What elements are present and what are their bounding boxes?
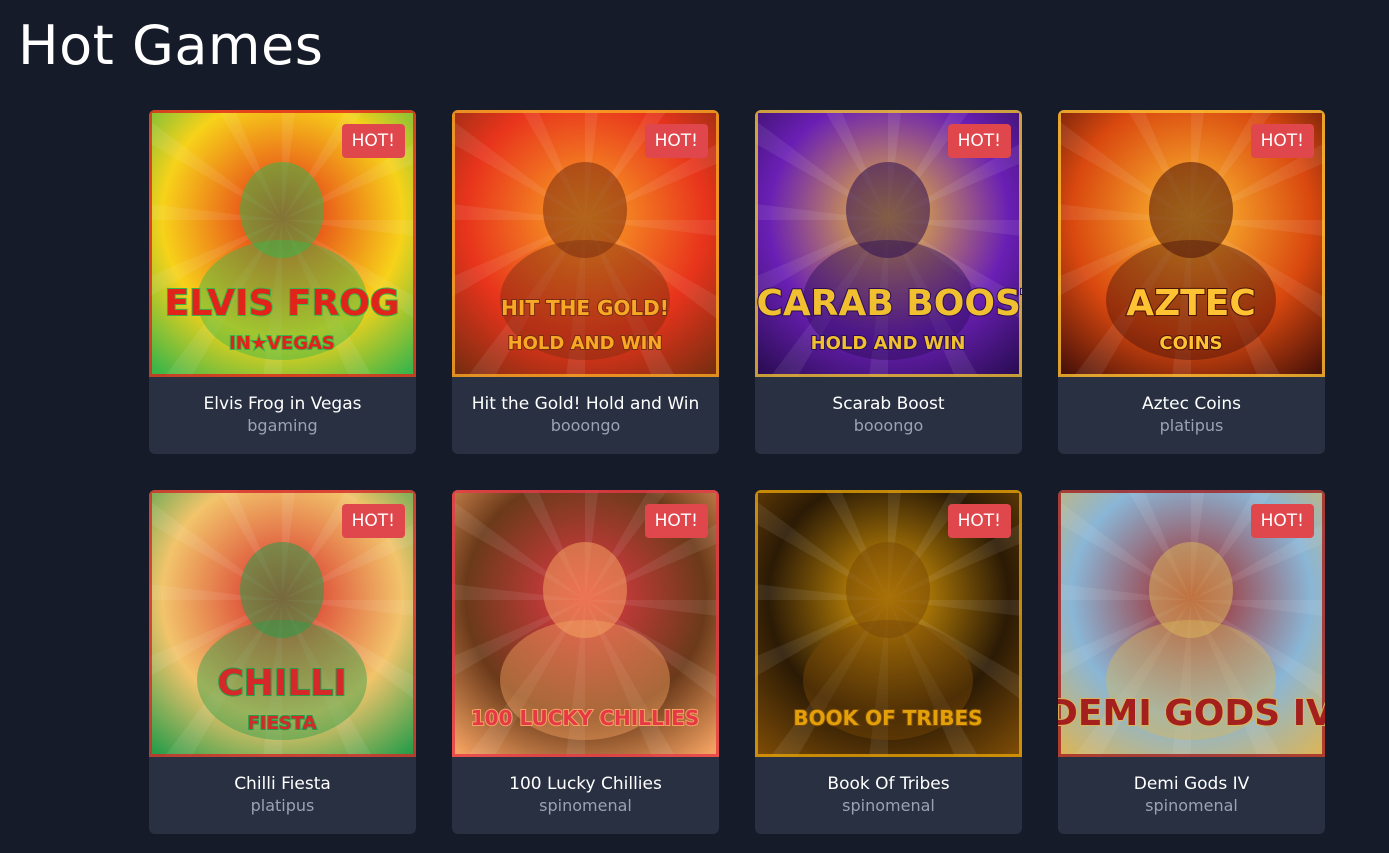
game-thumbnail[interactable]: DEMI GODS IV HOT!: [1058, 490, 1325, 757]
game-card[interactable]: SCARAB BOOST HOLD AND WIN HOT! Scarab Boos…: [755, 110, 1022, 454]
game-info: Elvis Frog in Vegas bgaming: [149, 377, 416, 454]
game-info: Scarab Boost booongo: [755, 377, 1022, 454]
game-info: Aztec Coins platipus: [1058, 377, 1325, 454]
game-provider: booongo: [550, 416, 621, 435]
game-thumbnail[interactable]: ELVIS FROG IN★VEGAS HOT!: [149, 110, 416, 377]
game-card[interactable]: BOOK OF TRIBES HOT! Book Of Tribes spinom…: [755, 490, 1022, 834]
game-logo-text: 100 LUCKY CHILLIES: [471, 706, 699, 730]
game-info: 100 Lucky Chillies spinomenal: [452, 757, 719, 834]
hot-badge: HOT!: [341, 504, 405, 538]
game-thumbnail[interactable]: AZTEC COINS HOT!: [1058, 110, 1325, 377]
game-title[interactable]: Scarab Boost: [755, 393, 1022, 415]
game-logo-text: FIESTA: [247, 713, 316, 734]
game-provider: bgaming: [247, 416, 318, 435]
hot-badge: HOT!: [644, 504, 708, 538]
game-info: Book Of Tribes spinomenal: [755, 757, 1022, 834]
game-title[interactable]: Elvis Frog in Vegas: [149, 393, 416, 415]
hot-badge: HOT!: [947, 504, 1011, 538]
game-info: Hit the Gold! Hold and Win booongo: [452, 377, 719, 454]
game-logo-text: COINS: [1159, 333, 1222, 354]
game-title[interactable]: Chilli Fiesta: [149, 773, 416, 795]
game-card[interactable]: CHILLI FIESTA HOT! Chilli Fiesta platipus: [149, 490, 416, 834]
game-logo-text: BOOK OF TRIBES: [793, 706, 982, 730]
section-title: Hot Games: [18, 14, 324, 77]
game-logo-text: ELVIS FROG: [165, 283, 400, 324]
game-logo-text: HIT THE GOLD!: [501, 296, 669, 320]
game-logo-text: SCARAB BOOST: [755, 283, 1022, 324]
game-thumbnail[interactable]: SCARAB BOOST HOLD AND WIN HOT!: [755, 110, 1022, 377]
game-thumbnail[interactable]: 100 LUCKY CHILLIES HOT!: [452, 490, 719, 757]
hot-badge: HOT!: [1250, 124, 1314, 158]
game-card[interactable]: HIT THE GOLD! HOLD AND WIN HOT! Hit the Go…: [452, 110, 719, 454]
hot-badge: HOT!: [341, 124, 405, 158]
hot-games-page: Hot Games ELVIS FROG IN★VEGAS HOT! Elvis F…: [0, 0, 1389, 853]
game-logo-text: AZTEC: [1126, 283, 1256, 324]
game-logo-text: HOLD AND WIN: [508, 333, 663, 354]
game-card[interactable]: ELVIS FROG IN★VEGAS HOT! Elvis Frog in Veg…: [149, 110, 416, 454]
games-grid: ELVIS FROG IN★VEGAS HOT! Elvis Frog in Veg…: [149, 110, 1326, 834]
game-card[interactable]: DEMI GODS IV HOT! Demi Gods IV spinomenal: [1058, 490, 1325, 834]
game-thumbnail[interactable]: CHILLI FIESTA HOT!: [149, 490, 416, 757]
game-provider: platipus: [1159, 416, 1224, 435]
game-info: Demi Gods IV spinomenal: [1058, 757, 1325, 834]
game-provider: spinomenal: [1145, 796, 1238, 815]
game-provider: spinomenal: [539, 796, 632, 815]
hot-badge: HOT!: [644, 124, 708, 158]
game-thumbnail[interactable]: HIT THE GOLD! HOLD AND WIN HOT!: [452, 110, 719, 377]
game-title[interactable]: Book Of Tribes: [755, 773, 1022, 795]
game-provider: spinomenal: [842, 796, 935, 815]
game-title[interactable]: Hit the Gold! Hold and Win: [452, 393, 719, 415]
game-logo-text: DEMI GODS IV: [1058, 693, 1325, 734]
game-logo-text: IN★VEGAS: [229, 333, 335, 354]
hot-badge: HOT!: [947, 124, 1011, 158]
game-provider: booongo: [853, 416, 924, 435]
game-info: Chilli Fiesta platipus: [149, 757, 416, 834]
game-thumbnail[interactable]: BOOK OF TRIBES HOT!: [755, 490, 1022, 757]
game-provider: platipus: [250, 796, 315, 815]
game-title[interactable]: 100 Lucky Chillies: [452, 773, 719, 795]
game-title[interactable]: Aztec Coins: [1058, 393, 1325, 415]
game-card[interactable]: 100 LUCKY CHILLIES HOT! 100 Lucky Chillie…: [452, 490, 719, 834]
game-title[interactable]: Demi Gods IV: [1058, 773, 1325, 795]
hot-badge: HOT!: [1250, 504, 1314, 538]
game-logo-text: CHILLI: [217, 663, 346, 704]
game-logo-text: HOLD AND WIN: [811, 333, 966, 354]
game-card[interactable]: AZTEC COINS HOT! Aztec Coins platipus: [1058, 110, 1325, 454]
